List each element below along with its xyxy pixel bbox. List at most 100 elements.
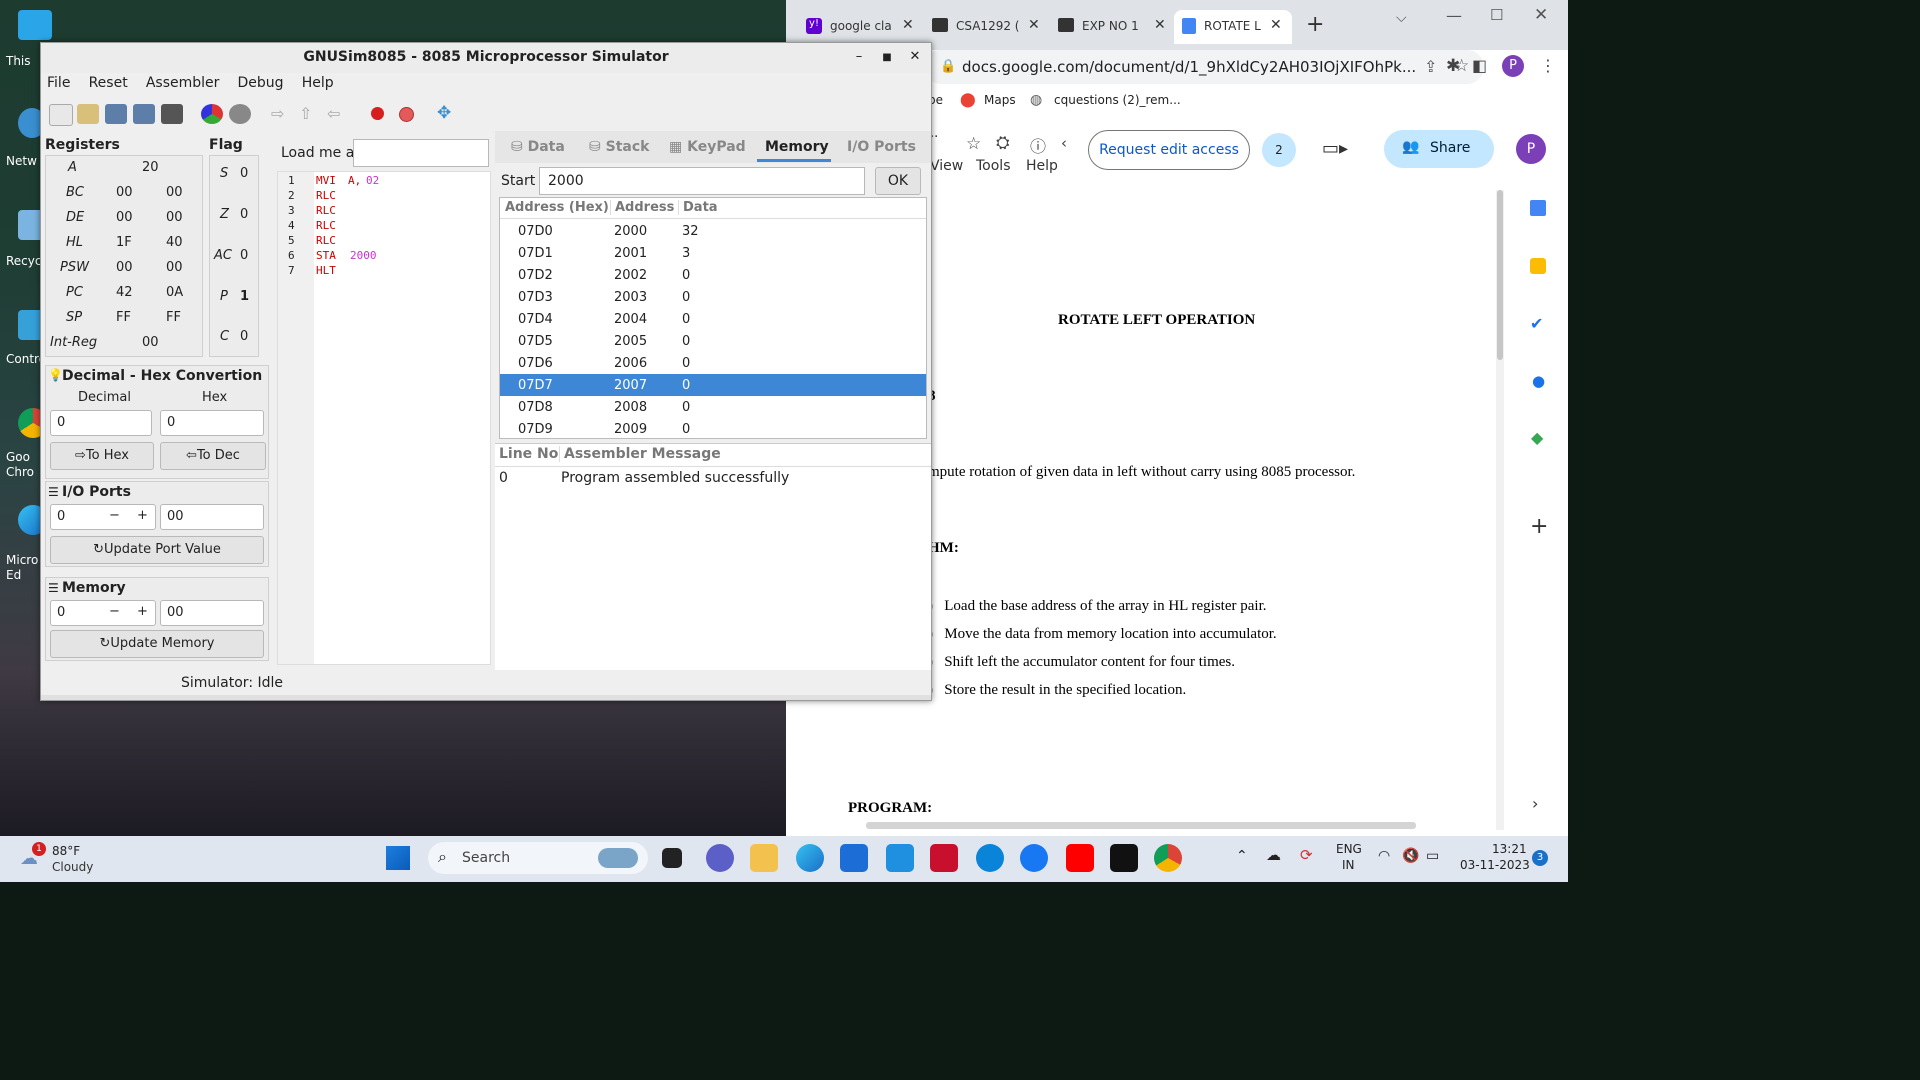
close-icon[interactable]: ✕ [1028,17,1040,33]
open-file-icon[interactable] [77,104,99,124]
tasks-icon[interactable]: ✔ [1530,314,1543,333]
menu-file[interactable]: File [47,75,70,91]
memory-row[interactable]: 07D8 2008 0 [500,396,926,418]
breakpoint-icon[interactable] [371,107,384,120]
clear-breakpoints-icon[interactable] [399,107,414,122]
close-icon[interactable]: ✕ [902,17,914,33]
close-icon[interactable]: ✕ [1154,17,1166,33]
account-avatar[interactable]: P [1516,134,1546,164]
chevron-right-icon[interactable]: › [1532,794,1538,813]
memory-row[interactable]: 07D7 2007 0 [500,374,926,396]
column-header[interactable]: Address (Hex) [505,200,609,215]
minimize-icon[interactable]: – [849,49,869,64]
memory-row[interactable]: 07D9 2009 0 [500,418,926,438]
new-file-icon[interactable] [49,104,73,126]
menu-help[interactable]: Help [302,75,334,91]
print-icon[interactable] [161,104,183,124]
star-icon[interactable]: ☆ [966,134,981,154]
close-icon[interactable]: ✕ [905,49,925,64]
step-over-icon[interactable]: ⇧ [299,104,312,123]
chrome-tab-rotate[interactable]: ROTATE L ✕ [1174,10,1292,44]
circle-app-icon[interactable] [976,844,1004,872]
more-menu-icon[interactable]: ⋮ [1540,56,1556,75]
wifi-icon[interactable]: ◠ [1378,848,1390,864]
tab-memory[interactable]: Memory [765,139,829,155]
code-editor[interactable]: 1 MVI A, 02 2 RLC 3 RLC 4 RLC 5 RLC 6 STA 2000 7H… [277,171,491,665]
tab-io-ports[interactable]: I/O Ports [847,139,916,155]
weather-widget[interactable]: ☁ 1 88°F Cloudy [20,842,140,878]
info-icon[interactable]: ⓘ [1030,133,1046,157]
language-in[interactable]: IN [1342,858,1355,872]
sync-icon[interactable]: ⟳ [1300,846,1313,864]
maximize-icon[interactable]: ☐ [1490,6,1503,24]
memory-row[interactable]: 07D1 2001 3 [500,242,926,264]
memory-value-input[interactable]: 00 [160,600,264,626]
column-header[interactable]: Address [610,200,674,215]
doc-horizontal-scrollbar[interactable] [866,822,1416,829]
mcafee-icon[interactable] [930,844,958,872]
volume-icon[interactable]: 🔇 [1402,848,1419,864]
update-port-value-button[interactable]: ↻Update Port Value [50,536,264,564]
step-out-icon[interactable]: ⇦ [327,104,340,123]
close-icon[interactable]: ✕ [1270,17,1282,33]
chrome-taskbar-icon[interactable] [1154,844,1182,872]
io-port-stepper[interactable]: 0 − + [50,504,156,530]
to-dec-button[interactable]: ⇦To Dec [160,442,266,470]
profile-avatar[interactable]: P [1502,55,1524,77]
message-row[interactable]: 0 Program assembled successfully [495,468,931,490]
minus-icon[interactable]: − [109,508,120,523]
execute-icon[interactable] [229,104,251,124]
extensions-icon[interactable]: ✱ [1446,56,1460,76]
move-icon[interactable]: ✥ [437,103,451,123]
move-icon[interactable]: ⛭ [996,133,1010,153]
share-button[interactable]: 👥 Share [1384,130,1494,168]
edge-icon[interactable] [796,844,824,872]
memory-row[interactable]: 07D0 2000 32 [500,220,926,242]
memory-row[interactable]: 07D4 2004 0 [500,308,926,330]
teams-icon[interactable] [706,844,734,872]
memory-address-stepper[interactable]: 0 − + [50,600,156,626]
to-hex-button[interactable]: ⇨To Hex [50,442,154,470]
new-tab-icon[interactable]: + [1306,12,1324,37]
io-value-input[interactable]: 00 [160,504,264,530]
calendar-icon[interactable] [1530,200,1546,216]
memory-table[interactable]: Address (Hex) Address Data 07D0 2000 32 07D… [499,197,927,439]
add-icon[interactable]: + [1530,514,1548,539]
plus-icon[interactable]: + [137,604,148,619]
column-header[interactable]: Data [678,200,718,215]
request-edit-access-button[interactable]: Request edit access [1088,130,1250,170]
l-app-icon[interactable] [886,844,914,872]
side-panel-icon[interactable]: ◧ [1472,56,1487,75]
menu-debug[interactable]: Debug [238,75,284,91]
window-close-icon[interactable]: ✕ [1534,5,1548,25]
tab-data[interactable]: ⛁ Data [511,139,565,155]
task-view-icon[interactable] [662,848,682,868]
memory-row[interactable]: 07D3 2003 0 [500,286,926,308]
tab-stack[interactable]: ⛁ Stack [589,139,649,155]
battery-icon[interactable]: ▭ [1426,848,1439,864]
minimize-icon[interactable]: — [1446,6,1462,25]
menu-assembler[interactable]: Assembler [146,75,220,91]
minus-icon[interactable]: − [109,604,120,619]
onedrive-icon[interactable]: ☁ [1266,846,1281,864]
save-as-icon[interactable] [133,104,155,124]
assemble-icon[interactable] [201,104,223,124]
load-address-input[interactable] [353,139,489,167]
chevron-up-icon[interactable]: ⌃ [1236,848,1248,864]
taskbar-search[interactable]: ⌕ Search [428,842,648,874]
youtube-icon[interactable] [1066,844,1094,872]
notification-badge[interactable]: 3 [1532,850,1548,866]
store-icon[interactable] [840,844,868,872]
file-explorer-icon[interactable] [750,844,778,872]
update-memory-button[interactable]: ↻Update Memory [50,630,264,658]
plus-icon[interactable]: + [137,508,148,523]
memory-row[interactable]: 07D2 2002 0 [500,264,926,286]
clock-date[interactable]: 03-11-2023 [1460,858,1530,872]
menu-reset[interactable]: Reset [89,75,128,91]
chrome-tab-google[interactable]: y! google cla ✕ [802,10,920,44]
start-address-input[interactable]: 2000 [539,167,865,195]
windows-start-icon[interactable] [386,846,410,870]
maximize-icon[interactable]: ■ [877,52,897,63]
viewers-badge[interactable]: 2 [1262,133,1296,167]
doc-vertical-scrollbar[interactable] [1496,190,1504,830]
